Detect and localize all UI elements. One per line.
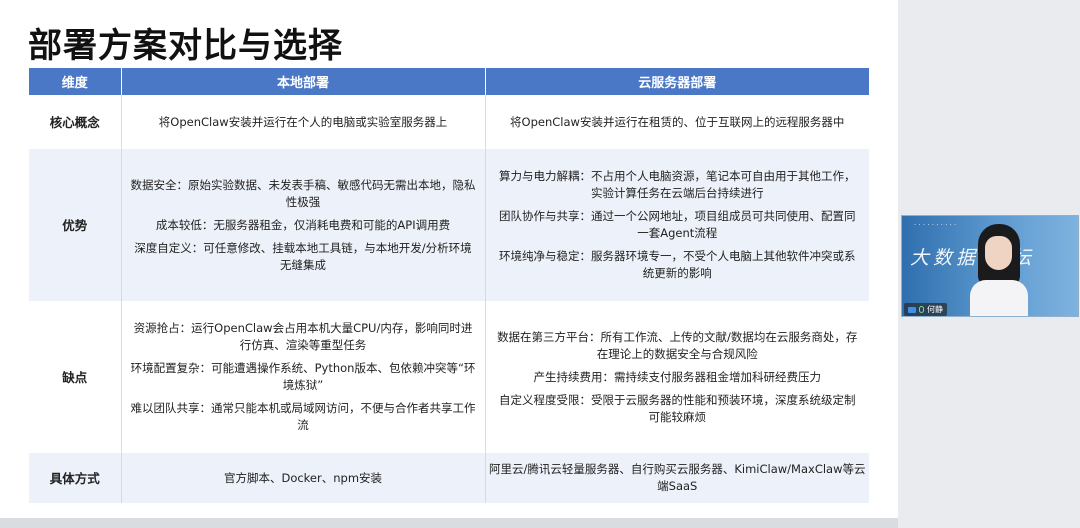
participant-figure — [970, 224, 1028, 316]
header-local: 本地部署 — [121, 68, 486, 95]
local-cell: 官方脚本、Docker、npm安装 — [121, 453, 486, 503]
participant-name: 何静 — [927, 305, 943, 314]
table-row-advantages: 优势 数据安全：原始实验数据、未发表手稿、敏感代码无需出本地，隐私性极强 成本较… — [29, 149, 869, 301]
cloud-cell: 算力与电力解耦：不占用个人电脑资源，笔记本可自由用于其他工作，实验计算任务在云端… — [485, 149, 869, 301]
local-cell: 数据安全：原始实验数据、未发表手稿、敏感代码无需出本地，隐私性极强 成本较低：无… — [121, 149, 486, 301]
comparison-table: 维度 本地部署 云服务器部署 核心概念 将OpenClaw安装并运行在个人的电脑… — [29, 68, 869, 503]
cloud-item: 算力与电力解耦：不占用个人电脑资源，笔记本可自由用于其他工作，实验计算任务在云端… — [499, 169, 856, 200]
bottom-strip — [0, 518, 898, 528]
cloud-item: 数据在第三方平台：所有工作流、上传的文献/数据均在云服务商处，存在理论上的数据安… — [497, 329, 858, 361]
local-item: 数据安全：原始实验数据、未发表手稿、敏感代码无需出本地，隐私性极强 — [130, 177, 476, 209]
cloud-cell: 阿里云/腾讯云轻量服务器、自行购买云服务器、KimiClaw/MaxClaw等云… — [485, 453, 869, 503]
camera-icon — [908, 306, 916, 313]
cloud-cell: 将OpenClaw安装并运行在租赁的、位于互联网上的远程服务器中 — [485, 95, 869, 149]
participant-name-tag: 何静 — [904, 303, 947, 316]
local-item: 难以团队共享：通常只能本机或局域网访问，不便与合作者共享工作流 — [130, 401, 476, 432]
cloud-item: 环境纯净与稳定：服务器环境专一，不受个人电脑上其他软件冲突或系统更新的影响 — [499, 249, 856, 280]
cloud-item: 产生持续费用：需持续支付服务器租金增加科研经费压力 — [533, 369, 822, 384]
local-item: 环境配置复杂：可能遭遇操作系统、Python版本、包依赖冲突等“环境炼狱” — [130, 361, 476, 392]
row-dimension: 优势 — [29, 149, 122, 301]
slide-title: 部署方案对比与选择 — [28, 26, 343, 66]
table-header-row: 维度 本地部署 云服务器部署 — [29, 68, 869, 95]
local-item: 官方脚本、Docker、npm安装 — [223, 470, 383, 485]
table-row-disadvantages: 缺点 资源抢占：运行OpenClaw会占用本机大量CPU/内存，影响同时进行仿真… — [29, 301, 869, 453]
local-cell: 将OpenClaw安装并运行在个人的电脑或实验室服务器上 — [121, 95, 486, 149]
mic-icon — [919, 306, 924, 313]
local-item: 成本较低：无服务器租金，仅消耗电费和可能的API调用费 — [155, 217, 451, 232]
cloud-item: 团队协作与共享：通过一个公网地址，项目组成员可共同使用、配置同一套Agent流程 — [499, 209, 856, 240]
cloud-cell: 数据在第三方平台：所有工作流、上传的文献/数据均在云服务商处，存在理论上的数据安… — [485, 301, 869, 453]
participant-video-tile[interactable]: · · · · · · · · · · 大数据 讲坛 何静 — [901, 215, 1079, 317]
local-item: 将OpenClaw安装并运行在个人的电脑或实验室服务器上 — [158, 114, 448, 129]
header-cloud: 云服务器部署 — [485, 68, 869, 95]
local-item: 深度自定义：可任意修改、挂载本地工具链，与本地开发/分析环境无缝集成 — [134, 240, 472, 272]
local-cell: 资源抢占：运行OpenClaw会占用本机大量CPU/内存，影响同时进行仿真、渲染… — [121, 301, 486, 453]
table-row-core-concept: 核心概念 将OpenClaw安装并运行在个人的电脑或实验室服务器上 将OpenC… — [29, 95, 869, 149]
participant-shirt — [970, 280, 1028, 316]
participant-face — [985, 236, 1012, 270]
video-backdrop-caption: · · · · · · · · · · — [914, 221, 957, 229]
row-dimension: 具体方式 — [29, 453, 122, 503]
row-dimension: 缺点 — [29, 301, 122, 453]
cloud-item: 将OpenClaw安装并运行在租赁的、位于互联网上的远程服务器中 — [510, 114, 845, 129]
header-dimension: 维度 — [29, 68, 122, 95]
local-item: 资源抢占：运行OpenClaw会占用本机大量CPU/内存，影响同时进行仿真、渲染… — [133, 321, 473, 352]
row-dimension: 核心概念 — [29, 95, 122, 149]
table-row-methods: 具体方式 官方脚本、Docker、npm安装 阿里云/腾讯云轻量服务器、自行购买… — [29, 453, 869, 503]
slide: 部署方案对比与选择 维度 本地部署 云服务器部署 核心概念 将OpenClaw安… — [0, 0, 898, 518]
cloud-item: 自定义程度受限：受限于云服务器的性能和预装环境，深度系统级定制可能较麻烦 — [499, 392, 856, 424]
cloud-item: 阿里云/腾讯云轻量服务器、自行购买云服务器、KimiClaw/MaxClaw等云… — [488, 462, 866, 493]
